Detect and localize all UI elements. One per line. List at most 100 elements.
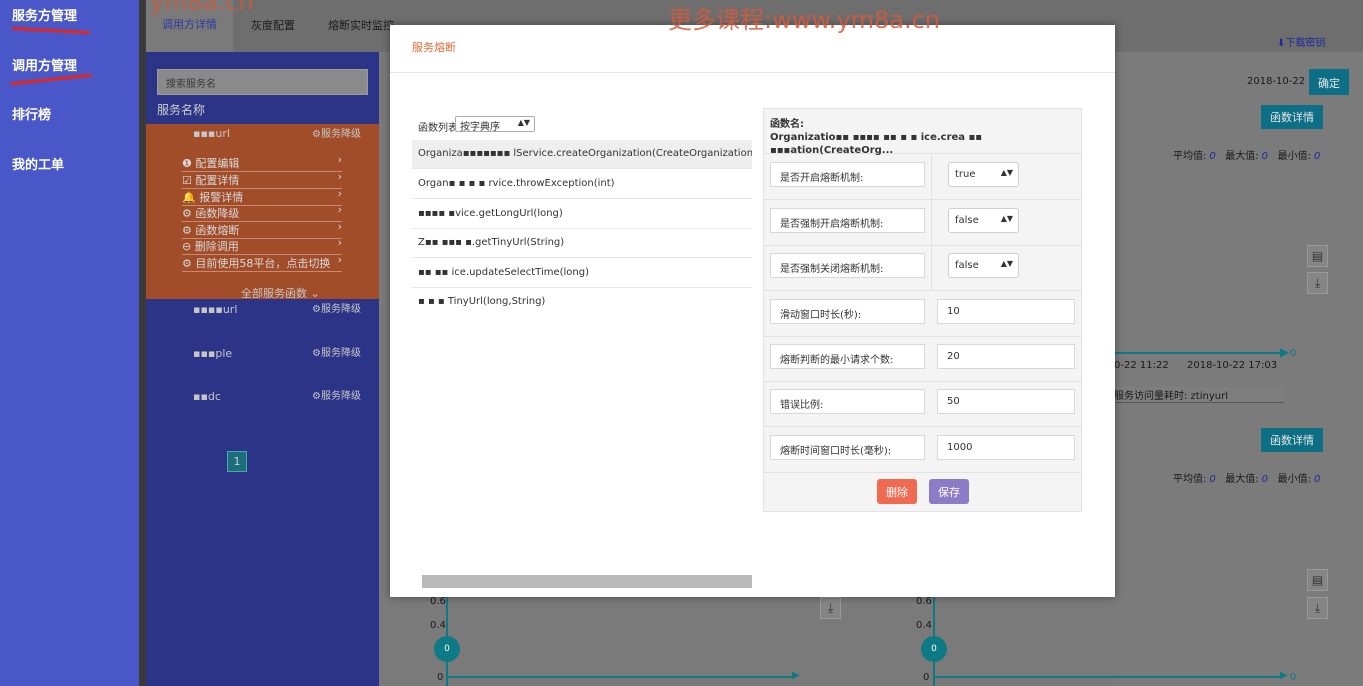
function-list-item[interactable]: Z▪▪ ▪▪▪ ▪.getTinyUrl(String) <box>412 229 752 258</box>
search-service-input[interactable]: 搜索服务名 <box>157 69 368 95</box>
chevron-right-icon: › <box>337 253 342 266</box>
menu-item-function-circuit[interactable]: ⚙ 函数熔断 › <box>182 220 342 239</box>
y-tick-label: 0.4 <box>916 620 932 631</box>
menu-item-label: ⚙ 函数降级 <box>182 207 240 220</box>
function-name-label: 函数名: <box>770 119 804 130</box>
config-label: 熔断时间窗口时长(毫秒): <box>770 435 925 460</box>
date-display[interactable]: 2018-10-22 <box>1247 76 1305 87</box>
chevron-right-icon: › <box>337 236 342 249</box>
min-value: 0 <box>1313 151 1321 162</box>
menu-item-label: ⊖ 删除调用 <box>182 240 239 253</box>
select-arrows-icon: ▲▼ <box>1000 168 1013 177</box>
nav-divider <box>139 0 146 686</box>
service-degrade-badge[interactable]: ⚙服务降级 <box>312 300 361 315</box>
row-divider <box>931 154 932 199</box>
min-label: 最小值: <box>1277 474 1311 485</box>
chart-point-marker[interactable]: 0 <box>921 636 947 662</box>
force-open-select[interactable]: false ▲▼ <box>948 208 1019 233</box>
menu-item-config-edit[interactable]: ❶ 配置编辑 › <box>182 153 342 172</box>
document-icon[interactable]: ▤ <box>1307 569 1328 591</box>
avg-value: 0 <box>1209 151 1216 162</box>
download-icon[interactable]: ⤓ <box>820 597 841 619</box>
menu-item-function-degrade[interactable]: ⚙ 函数降级 › <box>182 203 342 222</box>
max-value: 0 <box>1261 474 1269 485</box>
page-button[interactable]: 1 <box>227 451 247 472</box>
nav-item-ranking[interactable]: 排行榜 <box>12 104 51 123</box>
config-label: 是否开启熔断机制: <box>770 162 925 187</box>
menu-item-label: ⚙ 函数熔断 <box>182 224 240 237</box>
menu-item-config-detail[interactable]: ☑ 配置详情 › <box>182 170 342 189</box>
force-close-select[interactable]: false ▲▼ <box>948 253 1019 278</box>
config-label: 是否强制开启熔断机制: <box>770 208 925 233</box>
min-requests-input[interactable]: 20 <box>937 344 1075 369</box>
function-detail-button[interactable]: 函数详情 <box>1261 105 1323 129</box>
nav-item-caller-management[interactable]: 调用方管理 <box>12 55 77 74</box>
menu-item-label: 🔔 报警详情 <box>182 191 244 204</box>
select-value: false <box>955 260 979 271</box>
y-tick-label: 0.6 <box>916 596 932 607</box>
config-row-force-open: 是否强制开启熔断机制: false ▲▼ <box>764 200 1081 246</box>
select-arrows-icon: ▲▼ <box>1000 214 1013 223</box>
config-row-sleep-window: 熔断时间窗口时长(毫秒): 1000 <box>764 427 1081 473</box>
function-detail-button[interactable]: 函数详情 <box>1261 428 1323 452</box>
nav-item-my-tickets[interactable]: 我的工单 <box>12 154 64 173</box>
function-list-item[interactable]: Organiza▪▪▪▪▪▪▪ lService.createOrganizat… <box>412 140 752 169</box>
menu-item-alert-detail[interactable]: 🔔 报警详情 › <box>182 187 342 206</box>
service-degrade-badge[interactable]: ⚙服务降级 <box>312 344 361 359</box>
chart-point-marker[interactable]: 0 <box>434 636 460 662</box>
delete-button[interactable]: 删除 <box>877 479 917 504</box>
tab-gray-config[interactable]: 灰度配置 <box>251 17 295 33</box>
function-list-item[interactable]: Organ▪ ▪ ▪ ▪ rvice.throwException(int) <box>412 170 752 199</box>
select-arrows-icon: ▲▼ <box>517 118 530 127</box>
axis-arrow-icon: ▶ <box>1280 345 1290 359</box>
function-list-label: 函数列表 <box>418 123 458 134</box>
x-tick-label: 0-22 11:22 <box>1114 360 1169 371</box>
avg-label: 平均值: <box>1173 151 1207 162</box>
circuit-config-table: 函数名: Organizatio▪▪ ▪▪▪▪ ▪▪ ▪ ▪ ice.crea … <box>763 108 1082 512</box>
select-arrows-icon: ▲▼ <box>1000 259 1013 268</box>
download-icon[interactable]: ⤓ <box>1307 597 1328 619</box>
max-value: 0 <box>1261 151 1269 162</box>
config-row-window-seconds: 滑动窗口时长(秒): 10 <box>764 291 1081 337</box>
y-tick-label: 0.6 <box>430 596 446 607</box>
select-value: false <box>955 215 979 226</box>
config-row-force-close: 是否强制关闭熔断机制: false ▲▼ <box>764 245 1081 291</box>
service-name[interactable]: ▪▪▪▪url <box>193 303 237 316</box>
error-ratio-input[interactable]: 50 <box>937 389 1075 414</box>
service-name[interactable]: ▪▪dc <box>193 390 221 403</box>
menu-item-delete-call[interactable]: ⊖ 删除调用 › <box>182 236 342 255</box>
tab-circuit-monitor[interactable]: 熔断实时监控 <box>328 17 394 33</box>
download-icon[interactable]: ⤓ <box>1307 272 1328 294</box>
sleep-window-input[interactable]: 1000 <box>937 435 1075 460</box>
document-icon[interactable]: ▤ <box>1307 245 1328 267</box>
download-key-link[interactable]: ⬇下载密钥 <box>1277 34 1325 49</box>
all-functions-toggle[interactable]: 全部服务函数 ⌄ <box>241 285 320 301</box>
chevron-right-icon: › <box>337 170 342 183</box>
service-name[interactable]: ▪▪▪url <box>193 127 230 140</box>
window-seconds-input[interactable]: 10 <box>937 299 1075 324</box>
save-button[interactable]: 保存 <box>929 479 969 504</box>
enable-circuit-select[interactable]: true ▲▼ <box>948 162 1019 187</box>
sort-order-select[interactable]: 按字典序 ▲▼ <box>455 116 535 133</box>
sort-order-value: 按字典序 <box>460 122 500 133</box>
config-row-min-requests: 熔断判断的最小请求个数: 20 <box>764 336 1081 382</box>
function-list-item[interactable]: ▪▪ ▪▪ ice.updateSelectTime(long) <box>412 259 752 288</box>
red-underline-annotation <box>11 26 91 35</box>
horizontal-scrollbar[interactable] <box>422 575 752 588</box>
function-list-item[interactable]: ▪ ▪ ▪ TinyUrl(long,String) <box>412 288 752 317</box>
confirm-button[interactable]: 确定 <box>1309 69 1349 95</box>
config-label: 错误比例: <box>770 389 925 414</box>
function-list-item[interactable]: ▪▪▪▪ ▪vice.getLongUrl(long) <box>412 200 752 229</box>
avg-value: 0 <box>1209 474 1216 485</box>
menu-item-switch-platform[interactable]: ⚙ 目前使用58平台，点击切换 › <box>182 253 342 272</box>
nav-item-provider-management[interactable]: 服务方管理 <box>12 5 77 24</box>
service-name[interactable]: ▪▪▪ple <box>193 347 232 360</box>
menu-item-label: ❶ 配置编辑 <box>182 157 240 170</box>
service-list-title: 服务名称 <box>157 103 206 117</box>
row-divider <box>931 245 932 290</box>
config-label: 是否强制关闭熔断机制: <box>770 253 925 278</box>
service-degrade-badge[interactable]: ⚙服务降级 <box>312 125 361 140</box>
service-degrade-badge[interactable]: ⚙服务降级 <box>312 387 361 402</box>
config-label: 滑动窗口时长(秒): <box>770 299 925 324</box>
y-tick-label: 0 <box>437 672 444 683</box>
